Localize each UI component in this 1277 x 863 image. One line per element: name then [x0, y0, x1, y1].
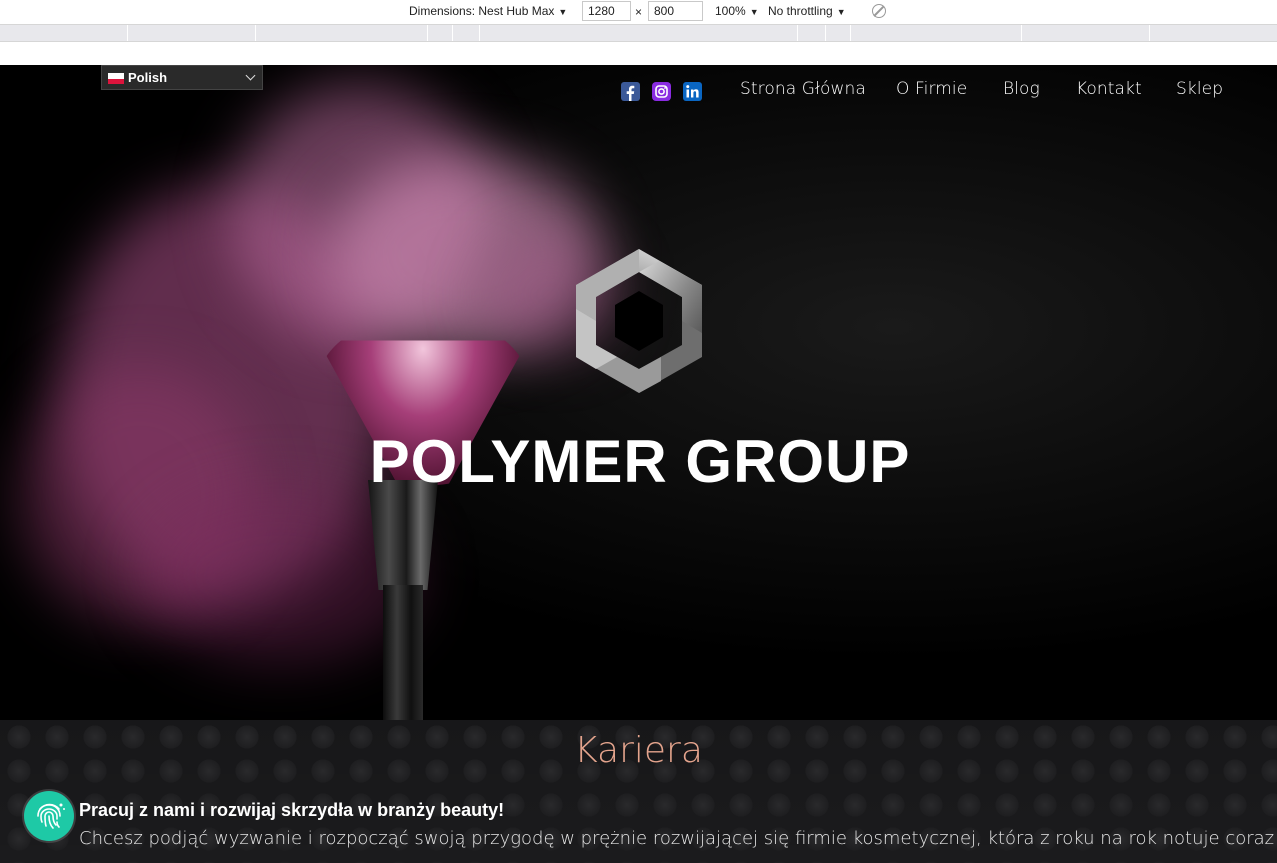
throttling-label: No throttling [768, 4, 833, 18]
language-selector[interactable]: Polish [101, 65, 263, 90]
ruler-segment[interactable] [453, 25, 480, 41]
ruler-segment[interactable] [428, 25, 453, 41]
dropdown-caret-icon: ▼ [836, 7, 846, 17]
language-label: Polish [128, 70, 168, 85]
ruler-segment[interactable] [256, 25, 428, 41]
makeup-brush-ferrule [368, 480, 438, 590]
career-body-text: Chcesz podjąć wyzwanie i rozpocząć swoją… [79, 828, 1275, 849]
career-section: Kariera Pracuj z nami i rozwijaj skrzydł… [0, 720, 1277, 863]
poland-flag-icon [108, 73, 124, 84]
dimension-times-sign: × [635, 5, 643, 19]
makeup-brush-handle [383, 585, 423, 720]
ruler-segment[interactable] [1150, 25, 1277, 41]
instagram-icon[interactable] [652, 82, 671, 101]
page-viewport: Polish Strona Główna O Firmie Blog Konta… [0, 65, 1277, 863]
fingerprint-accessibility-button[interactable] [24, 791, 74, 841]
media-query-ruler[interactable] [0, 25, 1277, 42]
ruler-segment[interactable] [0, 25, 128, 41]
nav-link-contact[interactable]: Kontakt [1076, 79, 1142, 99]
ruler-segment[interactable] [798, 25, 826, 41]
career-lead: Pracuj z nami i rozwijaj skrzydła w bran… [79, 800, 505, 820]
throttling-dropdown[interactable]: No throttling ▼ [768, 4, 846, 18]
ruler-segment[interactable] [826, 25, 851, 41]
toolbar-spacer [0, 42, 1277, 65]
ruler-segment[interactable] [480, 25, 798, 41]
nav-link-home[interactable]: Strona Główna [740, 79, 866, 99]
polymer-group-logo-icon [570, 245, 708, 402]
nav-link-shop[interactable]: Sklep [1176, 79, 1223, 99]
hero-section: Polish Strona Główna O Firmie Blog Konta… [0, 65, 1277, 720]
viewport-width-input[interactable]: 1280 [582, 1, 631, 21]
career-title: Kariera [574, 730, 703, 771]
ruler-segment[interactable] [851, 25, 1022, 41]
linkedin-icon[interactable] [683, 82, 702, 101]
facebook-icon[interactable] [621, 82, 640, 101]
ruler-segment[interactable] [1022, 25, 1150, 41]
zoom-dropdown[interactable]: 100% ▼ [715, 4, 759, 18]
disable-throttling-icon[interactable] [872, 4, 886, 18]
zoom-label: 100% [715, 4, 746, 18]
fingerprint-icon [37, 803, 65, 829]
device-dimensions-label: Dimensions: Nest Hub Max [409, 4, 555, 18]
device-dimensions-dropdown[interactable]: Dimensions: Nest Hub Max ▼ [409, 4, 567, 18]
viewport-height-input[interactable]: 800 [648, 1, 703, 21]
chevron-down-icon [245, 70, 256, 81]
devtools-device-toolbar: Dimensions: Nest Hub Max ▼ 1280 × 800 100… [0, 0, 1277, 25]
ruler-segment[interactable] [128, 25, 256, 41]
nav-link-blog[interactable]: Blog [1003, 79, 1040, 99]
brand-name: POLYMER GROUP [369, 428, 911, 495]
dropdown-caret-icon: ▼ [558, 7, 568, 17]
nav-link-about[interactable]: O Firmie [896, 79, 967, 99]
dropdown-caret-icon: ▼ [749, 7, 759, 17]
